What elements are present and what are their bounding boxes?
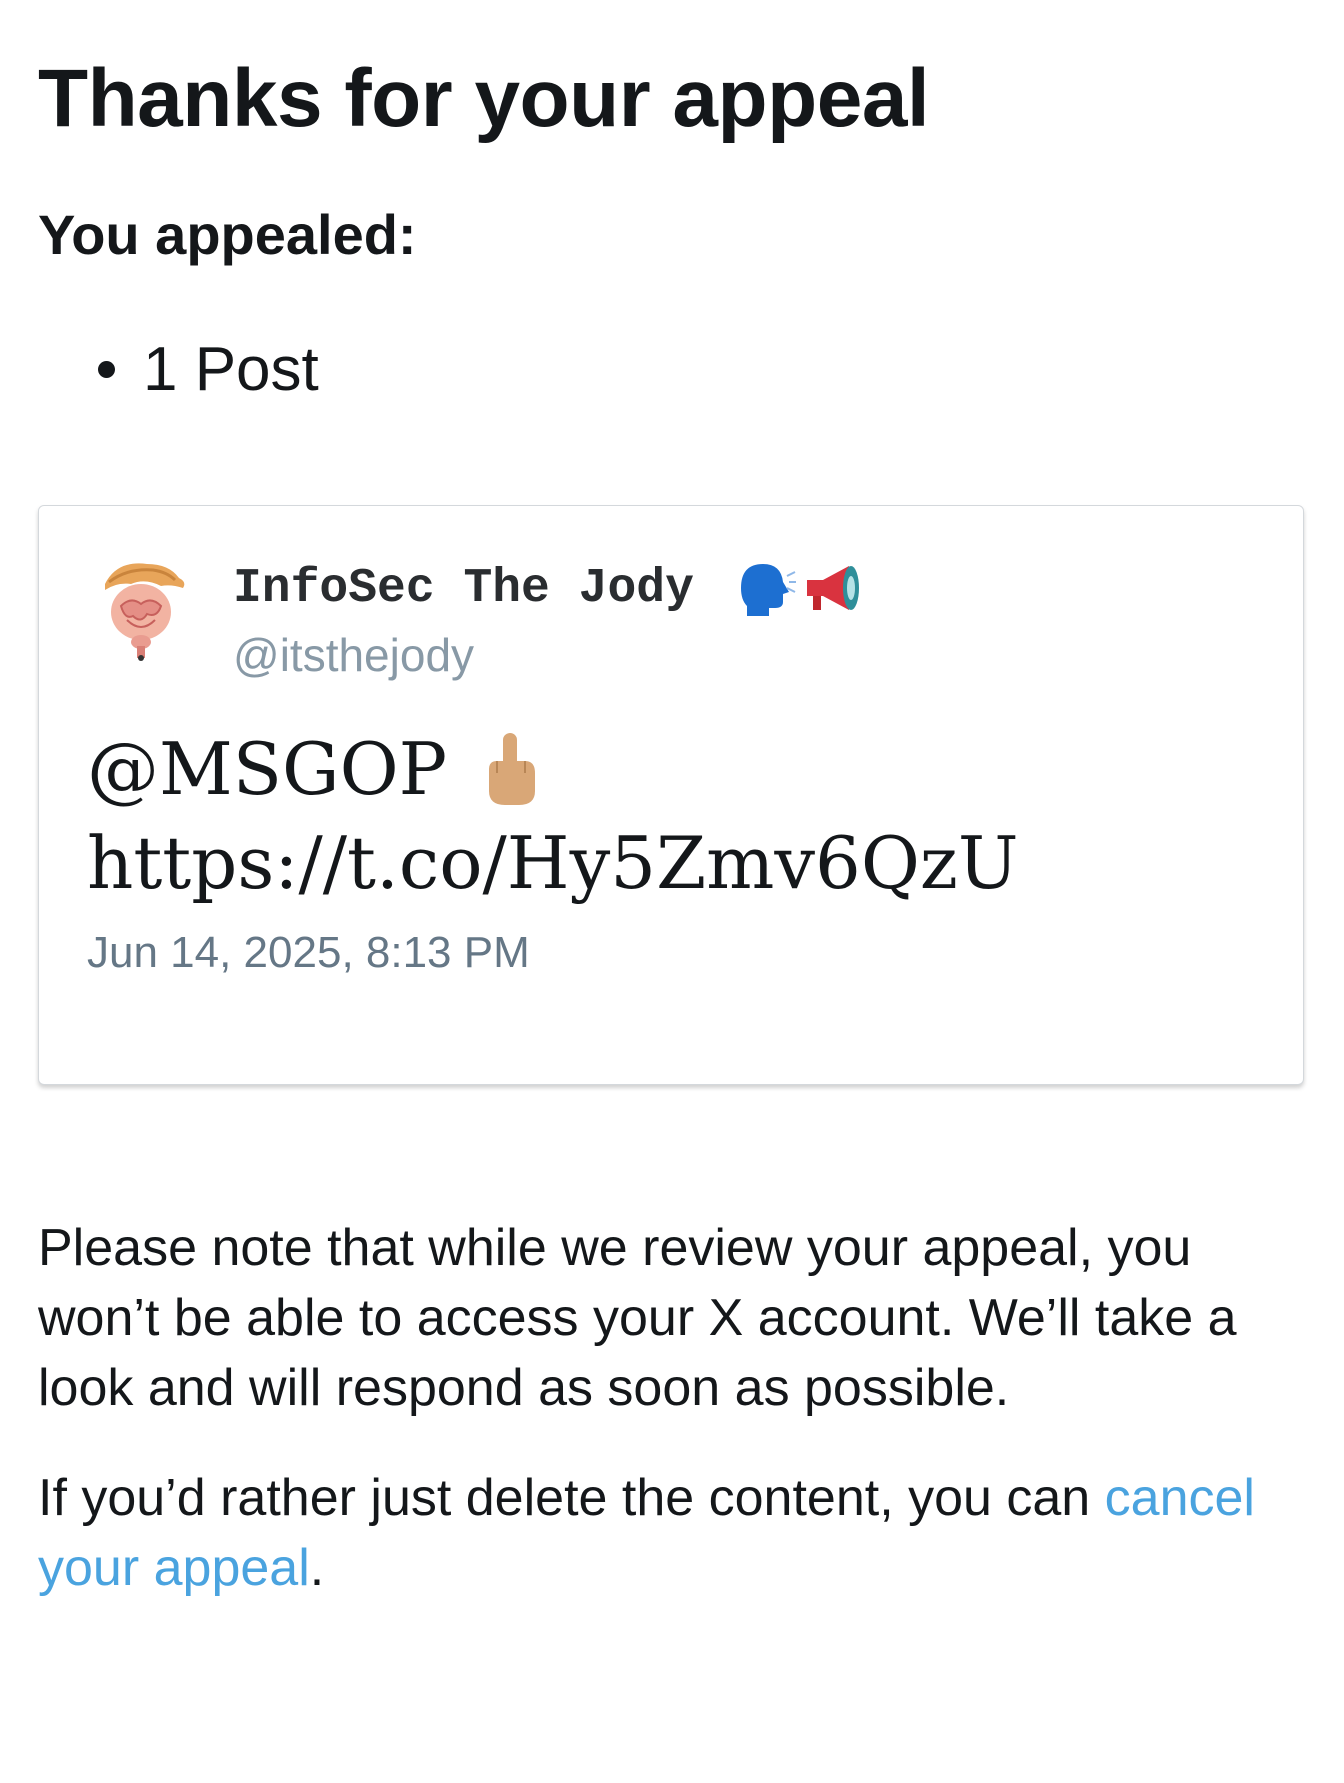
bullet-icon <box>98 361 115 378</box>
post-mention[interactable]: @MSGOP <box>87 722 447 816</box>
author-handle[interactable]: @itsthejody <box>233 628 474 682</box>
list-item: 1 Post <box>98 334 319 405</box>
megaphone-icon <box>807 566 859 610</box>
page-title: Thanks for your appeal <box>38 53 930 144</box>
post-timestamp: Jun 14, 2025, 8:13 PM <box>87 928 530 977</box>
speaking-head-icon <box>741 564 796 616</box>
author-name: InfoSec The Jody <box>233 562 694 616</box>
post-text: @MSGOP https://t.co/Hy5Zmv6QzU <box>87 722 1019 910</box>
post-card: InfoSec The Jody @itsthejody @MSGOP http… <box>38 505 1304 1085</box>
delete-notice-text: If you’d rather just delete the content,… <box>38 1469 1105 1527</box>
author-emoji-row <box>733 558 865 618</box>
appealed-list: 1 Post <box>98 334 319 405</box>
review-notice: Please note that while we review your ap… <box>38 1219 1237 1417</box>
post-link[interactable]: https://t.co/Hy5Zmv6QzU <box>87 816 1019 910</box>
appealed-item-label: 1 Post <box>143 335 319 404</box>
delete-notice: If you’d rather just delete the content,… <box>38 1463 1308 1603</box>
delete-notice-suffix: . <box>309 1539 325 1597</box>
avatar <box>87 554 197 664</box>
middle-finger-icon <box>489 733 536 805</box>
appealed-heading: You appealed: <box>38 203 417 266</box>
